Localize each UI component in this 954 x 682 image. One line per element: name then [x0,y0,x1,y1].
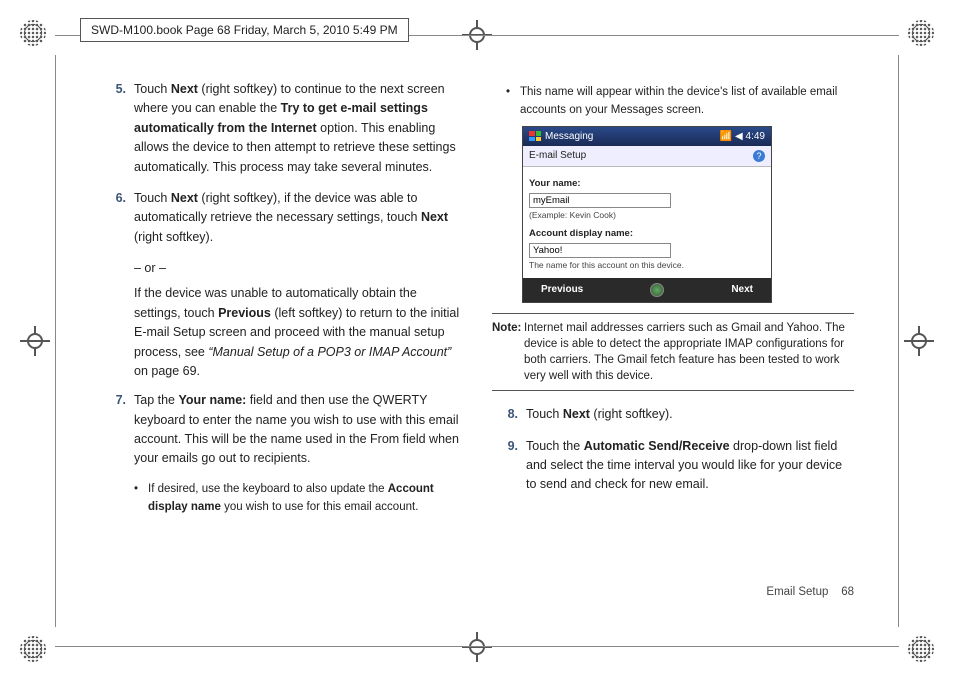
footer-section: Email Setup [766,586,828,598]
text: Touch the [526,439,584,453]
note-box: Note: Internet mail addresses carriers s… [492,313,854,391]
crop-line-left [55,55,56,627]
page-content: 5. Touch Next (right softkey) to continu… [100,80,854,602]
softkey-previous: Previous [541,282,583,298]
step-7: 7. Tap the Your name: field and then use… [100,391,462,469]
help-icon: ? [753,150,765,162]
your-name-hint: (Example: Kevin Cook) [529,209,765,222]
display-name-hint: The name for this account on this device… [529,259,765,272]
text: Touch [526,407,563,421]
your-name-label: Your name: [529,177,765,192]
step-number: 8. [492,405,518,424]
header-stamp: SWD-M100.book Page 68 Friday, March 5, 2… [80,18,409,42]
text: Tap the [134,393,178,407]
device-title: Messaging [545,129,593,145]
text: If desired, use the keyboard to also upd… [148,483,388,495]
text: (right softkey). [134,230,213,244]
device-softkeys: Previous Next [523,278,771,302]
note-label: Note: [492,320,521,336]
cross-reference: “Manual Setup of a POP3 or IMAP Account” [208,345,451,359]
text: on page 69. [134,364,200,378]
text: Touch [134,191,171,205]
crop-ornament-tl [20,20,46,46]
device-titlebar: Messaging 📶 ◀ 4:49 [523,127,771,147]
registration-mark-left [20,326,50,356]
bold: Next [421,210,448,224]
device-screenshot: Messaging 📶 ◀ 4:49 E-mail Setup ? Your n… [522,126,772,303]
crop-ornament-bl [20,636,46,662]
step-6: 6. Touch Next (right softkey), if the de… [100,189,462,247]
crop-line-bottom [55,646,899,647]
softkey-next: Next [731,282,753,298]
text: (right softkey). [590,407,673,421]
step-8: 8. Touch Next (right softkey). [492,405,854,424]
bold: Next [563,407,590,421]
registration-mark-right [904,326,934,356]
crop-ornament-tr [908,20,934,46]
start-icon [529,131,541,141]
bold: Your name: [178,393,246,407]
note-body: Internet mail addresses carriers such as… [492,320,854,384]
text: you wish to use for this email account. [221,501,419,513]
step-number: 9. [492,437,518,456]
page-footer: Email Setup 68 [766,584,854,602]
registration-mark-bottom [462,632,492,662]
device-subbar: E-mail Setup ? [523,146,771,167]
column-left: 5. Touch Next (right softkey) to continu… [100,80,462,602]
column-right: This name will appear within the device'… [492,80,854,602]
crop-ornament-br [908,636,934,662]
step-number: 5. [100,80,126,99]
bold: Next [171,191,198,205]
crop-line-right [898,55,899,627]
step-6-alt: If the device was unable to automaticall… [100,284,462,381]
display-name-field [529,243,671,258]
device-subtitle: E-mail Setup [529,148,586,164]
your-name-field [529,193,671,208]
or-separator: – or – [100,259,462,278]
step-5: 5. Touch Next (right softkey) to continu… [100,80,462,177]
display-name-label: Account display name: [529,227,765,242]
text: Touch [134,82,171,96]
step-number: 6. [100,189,126,208]
right-bullet: This name will appear within the device'… [506,84,854,120]
step-number: 7. [100,391,126,410]
bold: Automatic Send/Receive [584,439,730,453]
step-9: 9. Touch the Automatic Send/Receive drop… [492,437,854,495]
step-7-bullet: If desired, use the keyboard to also upd… [134,481,462,517]
bold: Next [171,82,198,96]
footer-page-number: 68 [841,586,854,598]
softkey-center-icon [650,283,664,297]
bold: Previous [218,306,271,320]
device-status: 📶 ◀ 4:49 [720,129,765,145]
